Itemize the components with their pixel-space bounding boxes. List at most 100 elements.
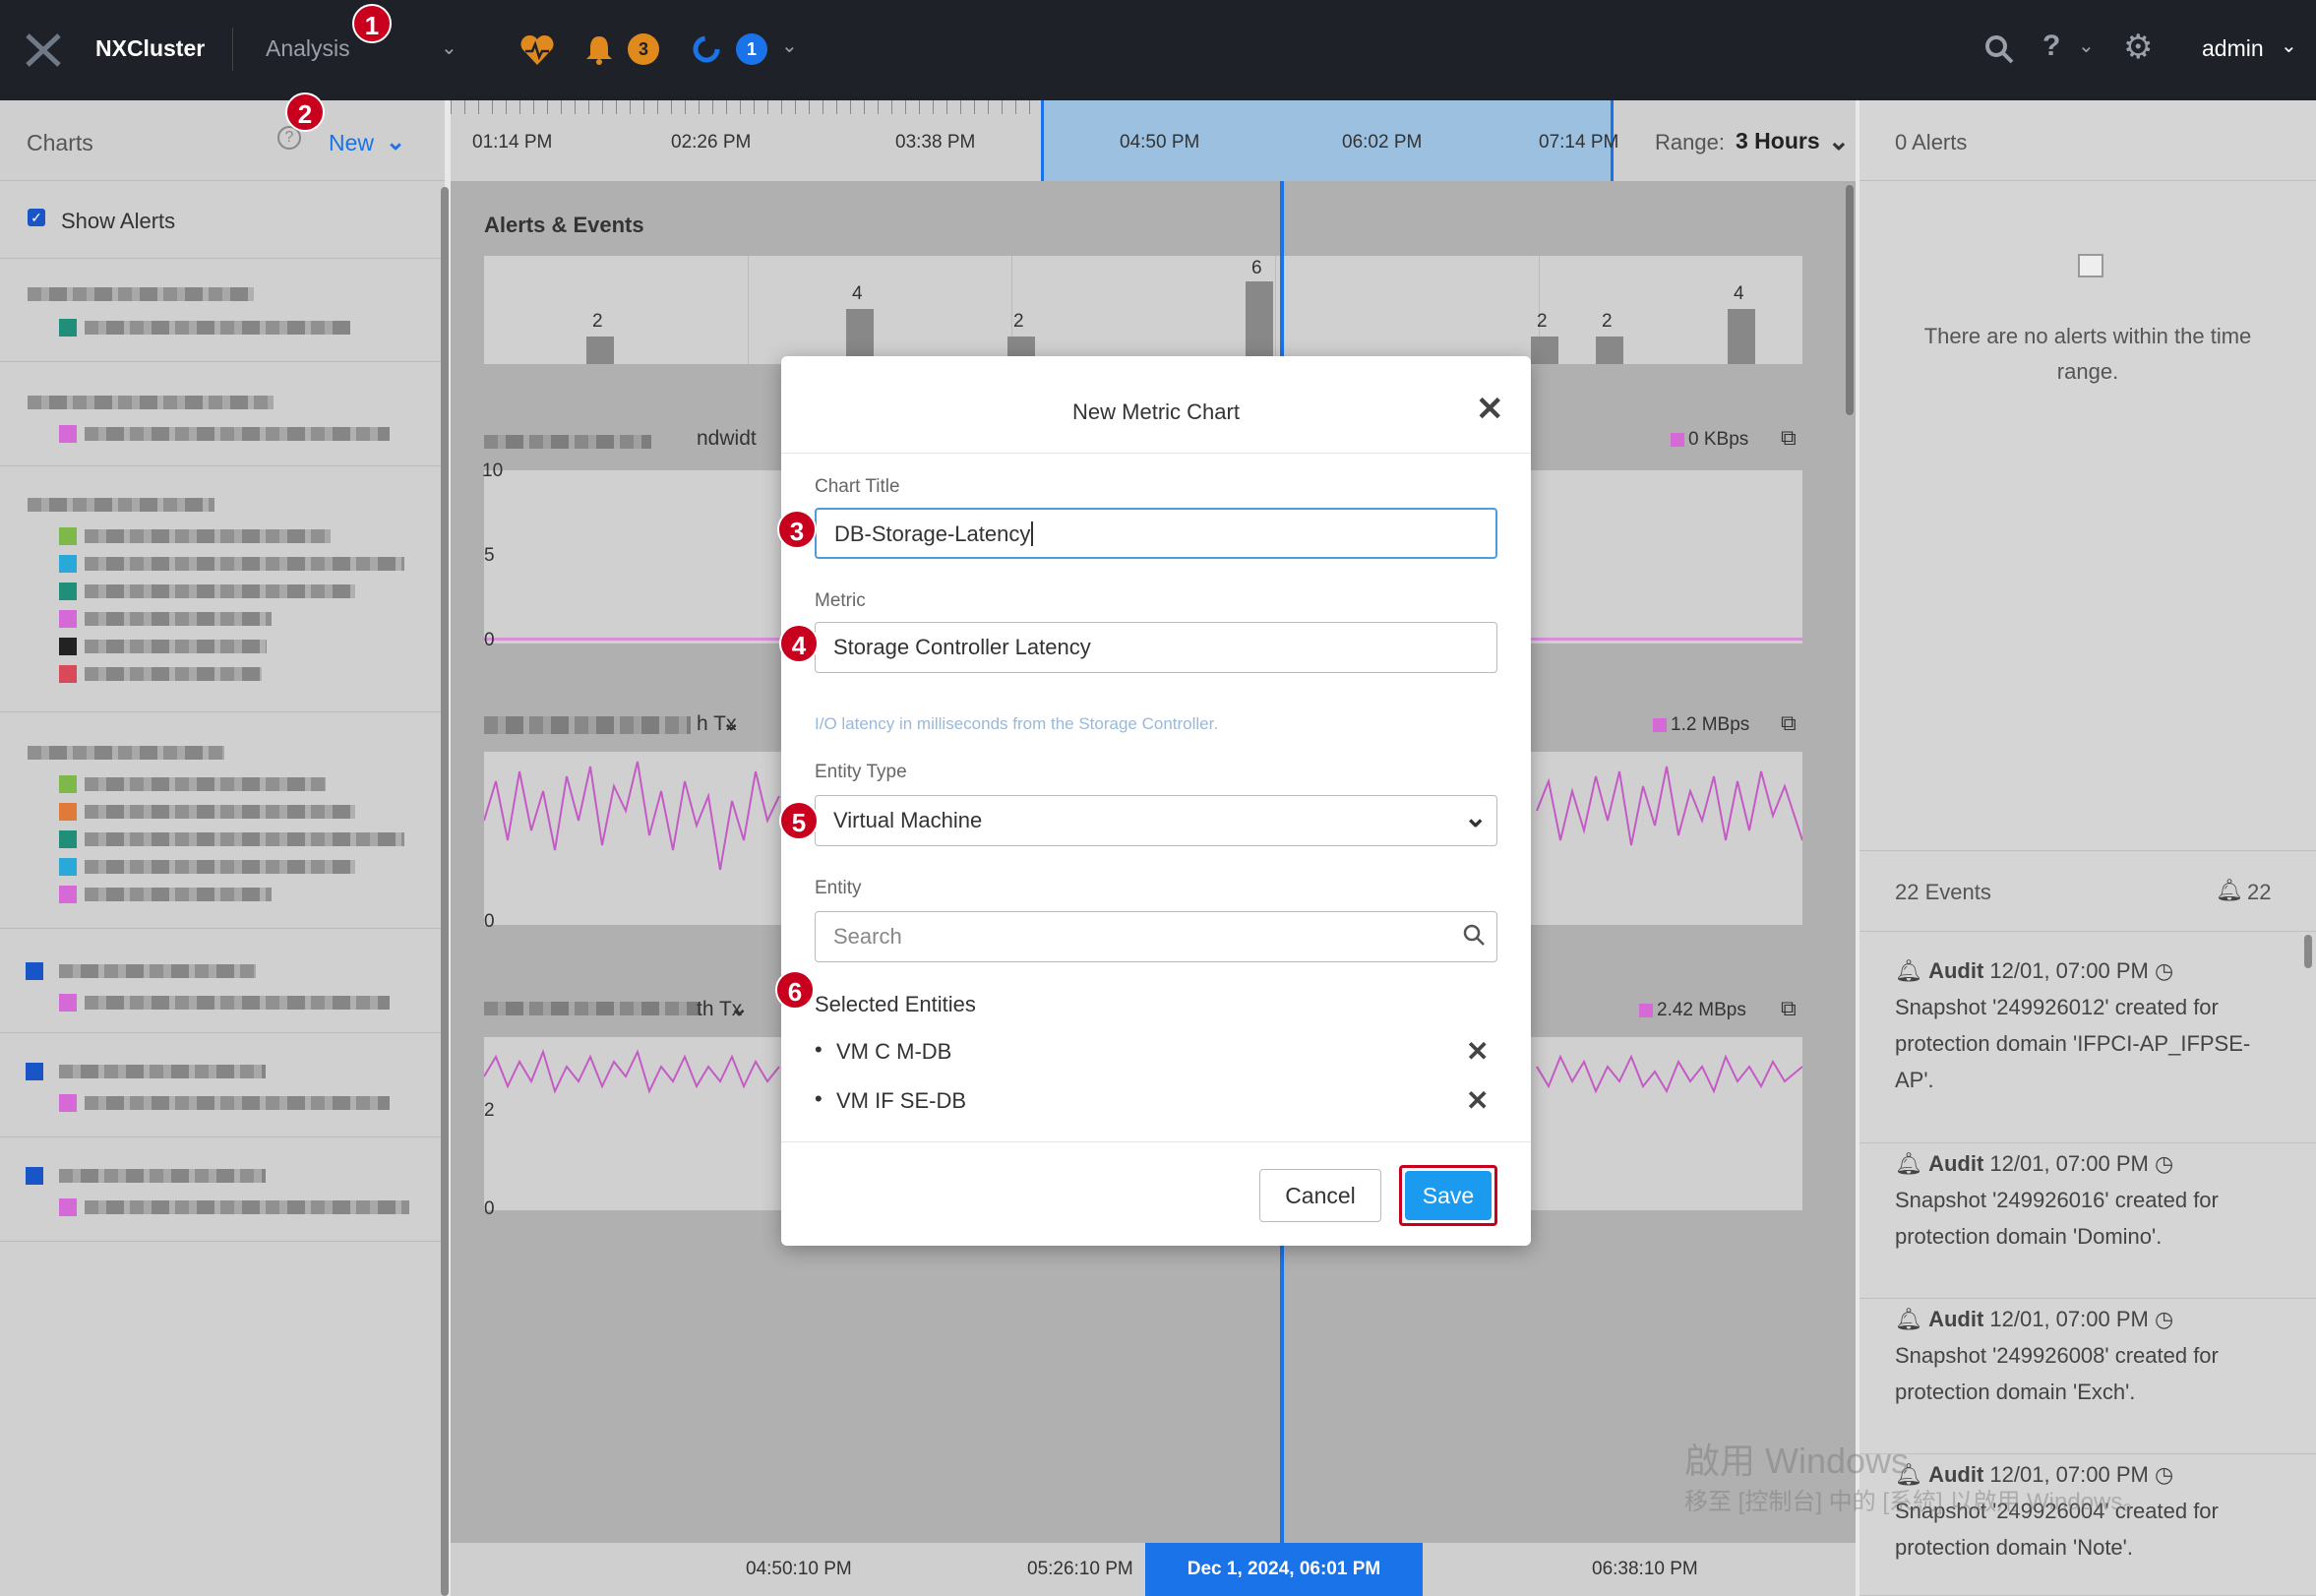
- step-marker: 2: [285, 92, 325, 132]
- chart-list-item[interactable]: [0, 466, 445, 712]
- chart-value: 2.42 MBps: [1657, 1000, 1746, 1020]
- y-tick: 5: [484, 545, 495, 566]
- event-time: 12/01, 07:00 PM: [1989, 1307, 2149, 1331]
- cursor-time-label[interactable]: Dec 1, 2024, 06:01 PM: [1145, 1543, 1423, 1596]
- alerts-count-title: 0 Alerts: [1895, 130, 1968, 154]
- dialog-title: New Metric Chart: [1072, 399, 1240, 424]
- alerts-events-title: Alerts & Events: [484, 213, 644, 237]
- alerts-count-badge[interactable]: 3: [628, 33, 659, 65]
- event-bar[interactable]: [1596, 337, 1623, 364]
- event-bar[interactable]: [1246, 281, 1273, 364]
- gear-icon[interactable]: ⚙: [2123, 28, 2153, 67]
- timeline-tick: 06:02 PM: [1342, 132, 1423, 153]
- user-menu[interactable]: admin: [2202, 35, 2264, 62]
- charts-header: Charts ? New ⌄: [0, 100, 445, 181]
- close-icon[interactable]: ✕: [1476, 390, 1504, 429]
- step-marker: 5: [779, 801, 819, 840]
- chart-title-input[interactable]: DB-Storage-Latency: [815, 508, 1497, 559]
- timeline-tick: 03:38 PM: [895, 132, 976, 153]
- chevron-down-icon[interactable]: ⌄: [722, 710, 740, 736]
- chevron-down-icon[interactable]: ⌄: [1828, 126, 1850, 156]
- alerts-events-panel: 0 Alerts There are no alerts within the …: [1859, 100, 2316, 1596]
- chart-list-item[interactable]: [0, 712, 445, 929]
- tasks-count-badge[interactable]: 1: [736, 33, 767, 65]
- chart-list-item[interactable]: [0, 1033, 445, 1137]
- timeline-tick: 01:14 PM: [472, 132, 553, 153]
- entity-search-input[interactable]: Search: [815, 911, 1497, 962]
- remove-entity-icon[interactable]: ✕: [1466, 1084, 1489, 1117]
- event-item[interactable]: 🔔︎ Audit 12/01, 07:00 PM ◷ Snapshot '249…: [1859, 1456, 2316, 1596]
- chevron-down-icon[interactable]: ⌄: [386, 128, 405, 156]
- event-bar-label: 2: [1602, 311, 1613, 332]
- chevron-down-icon[interactable]: ⌄: [1464, 801, 1487, 833]
- timeline-tick: 04:50 PM: [1120, 132, 1200, 153]
- event-time: 12/01, 07:00 PM: [1989, 958, 2149, 983]
- entity-search-placeholder: Search: [833, 924, 902, 949]
- selected-entity: VM IF SE-DB: [836, 1088, 967, 1113]
- show-alerts-checkbox[interactable]: ✓: [28, 209, 45, 226]
- timeline-bar[interactable]: 01:14 PM 02:26 PM 03:38 PM 04:50 PM 06:0…: [451, 100, 1856, 181]
- bell-icon[interactable]: [584, 33, 614, 65]
- chart-value: 1.2 MBps: [1671, 714, 1750, 735]
- chart-title-label: Chart Title: [815, 476, 900, 497]
- tasks-spinner-icon[interactable]: [691, 33, 722, 65]
- sidebar-scrollbar[interactable]: [441, 187, 449, 1596]
- y-tick: 0: [484, 1198, 495, 1219]
- external-link-icon[interactable]: ⧉: [1781, 996, 1797, 1021]
- metric-select[interactable]: Storage Controller Latency: [815, 622, 1497, 673]
- event-bar[interactable]: [586, 337, 614, 364]
- external-link-icon[interactable]: ⧉: [1781, 425, 1797, 451]
- event-item[interactable]: 🔔︎ Audit 12/01, 07:00 PM ◷ Snapshot '249…: [1859, 952, 2316, 1143]
- range-label: Range:: [1655, 130, 1725, 154]
- chevron-down-icon[interactable]: ⌄: [730, 996, 748, 1021]
- nutanix-logo-icon[interactable]: [26, 33, 61, 67]
- event-item[interactable]: 🔔︎ Audit 12/01, 07:00 PM ◷ Snapshot '249…: [1859, 1301, 2316, 1454]
- chevron-down-icon[interactable]: ⌄: [2078, 33, 2095, 58]
- help-icon[interactable]: ?: [2042, 30, 2060, 63]
- cancel-button[interactable]: Cancel: [1259, 1169, 1381, 1222]
- chart-list-item[interactable]: [0, 929, 445, 1033]
- selected-entity: VM C M-DB: [836, 1039, 952, 1064]
- bell-icon: 🔔︎: [1895, 1307, 1922, 1331]
- cluster-name[interactable]: NXCluster: [95, 35, 205, 62]
- event-bar[interactable]: [1728, 309, 1755, 364]
- new-chart-button[interactable]: New: [329, 130, 374, 156]
- save-button[interactable]: Save: [1405, 1171, 1492, 1220]
- timeline-tick: 02:26 PM: [671, 132, 752, 153]
- event-bar[interactable]: [1531, 337, 1558, 364]
- entity-type-select[interactable]: Virtual Machine: [815, 795, 1497, 846]
- chart-list-item[interactable]: [0, 258, 445, 362]
- chart-list-item[interactable]: [0, 362, 445, 466]
- event-bar-label: 2: [592, 311, 603, 332]
- search-icon[interactable]: [1462, 923, 1486, 947]
- entity-type-label: Entity Type: [815, 762, 907, 782]
- step-marker: 3: [777, 510, 817, 549]
- analysis-menu[interactable]: Analysis: [266, 35, 350, 62]
- metric-label: Metric: [815, 590, 866, 611]
- event-text: Snapshot '249926008' created for protect…: [1895, 1343, 2219, 1404]
- windows-activation-watermark: 啟用 Windows: [1684, 1441, 1910, 1481]
- clock-icon: ◷: [2154, 958, 2174, 983]
- metric-value: Storage Controller Latency: [833, 635, 1091, 659]
- chevron-down-icon[interactable]: ⌄: [441, 35, 457, 60]
- range-select[interactable]: 3 Hours: [1736, 128, 1820, 154]
- no-alerts-message: There are no alerts within the time rang…: [1923, 324, 2252, 384]
- chart-list-item[interactable]: [0, 1137, 445, 1242]
- charts-title: Charts: [27, 130, 93, 155]
- event-type: Audit: [1928, 1151, 1984, 1176]
- event-item[interactable]: 🔔︎ Audit 12/01, 07:00 PM ◷ Snapshot '249…: [1859, 1145, 2316, 1299]
- chevron-down-icon[interactable]: ⌄: [781, 33, 798, 58]
- chart-value: 0 KBps: [1688, 429, 1749, 450]
- search-icon[interactable]: [1983, 33, 2015, 65]
- charts-scrollbar[interactable]: [1846, 185, 1854, 415]
- event-text: Snapshot '249926016' created for protect…: [1895, 1188, 2219, 1249]
- remove-entity-icon[interactable]: ✕: [1466, 1035, 1489, 1068]
- bell-icon: 🔔︎: [2216, 878, 2243, 902]
- health-heart-icon[interactable]: [519, 33, 555, 67]
- bell-icon: 🔔︎: [1895, 958, 1922, 983]
- external-link-icon[interactable]: ⧉: [1781, 710, 1797, 736]
- events-histogram[interactable]: 2 4 2 6 2 2 4: [484, 256, 1802, 364]
- chevron-down-icon[interactable]: ⌄: [2281, 33, 2297, 58]
- step-marker: 1: [352, 4, 392, 43]
- selected-entities-label: Selected Entities: [815, 992, 976, 1016]
